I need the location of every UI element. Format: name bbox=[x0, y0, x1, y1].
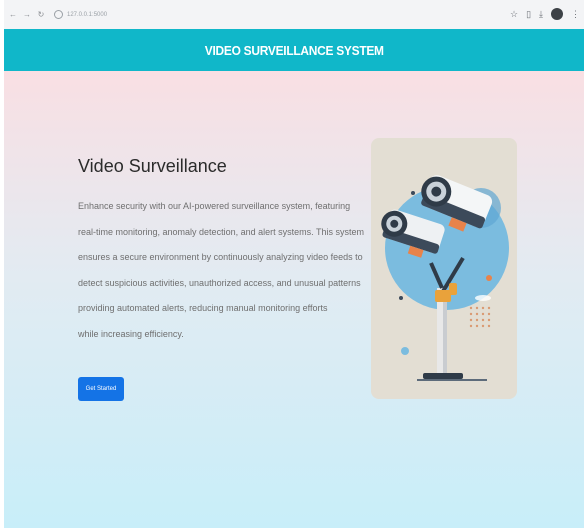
browser-actions: ☆ ▯ ⤓ ⋮ bbox=[510, 7, 580, 21]
browser-window: ← → ↻ 127.0.0.1:5000 ☆ ▯ ⤓ ⋮ VIDEO SURVE… bbox=[4, 0, 584, 528]
hero-title: Video Surveillance bbox=[78, 156, 227, 176]
menu-kebab-icon[interactable]: ⋮ bbox=[571, 7, 580, 21]
reload-icon[interactable]: ↻ bbox=[36, 10, 46, 20]
forward-icon[interactable]: → bbox=[22, 10, 32, 20]
hero-description: Enhance security with our AI-powered sur… bbox=[78, 201, 364, 339]
profile-avatar-icon[interactable] bbox=[551, 8, 563, 20]
site-title: VIDEO SURVEILLANCE SYSTEM bbox=[204, 42, 384, 58]
back-icon[interactable]: ← bbox=[8, 10, 18, 20]
url-text: 127.0.0.1:5000 bbox=[67, 11, 108, 18]
hero-section: Video Surveillance Enhance security with… bbox=[4, 71, 584, 528]
browser-toolbar: ← → ↻ 127.0.0.1:5000 ☆ ▯ ⤓ ⋮ bbox=[4, 0, 584, 30]
site-header: VIDEO SURVEILLANCE SYSTEM bbox=[4, 29, 584, 71]
get-started-button[interactable]: Get Started bbox=[78, 377, 124, 401]
extensions-icon[interactable]: ▯ bbox=[526, 7, 531, 21]
address-bar[interactable]: 127.0.0.1:5000 bbox=[54, 7, 494, 23]
site-info-icon[interactable] bbox=[54, 10, 63, 19]
camera-illustration-icon bbox=[381, 175, 509, 381]
bookmark-star-icon[interactable]: ☆ bbox=[510, 7, 518, 21]
download-icon[interactable]: ⤓ bbox=[539, 7, 543, 21]
surveillance-camera-illustration bbox=[371, 138, 517, 399]
